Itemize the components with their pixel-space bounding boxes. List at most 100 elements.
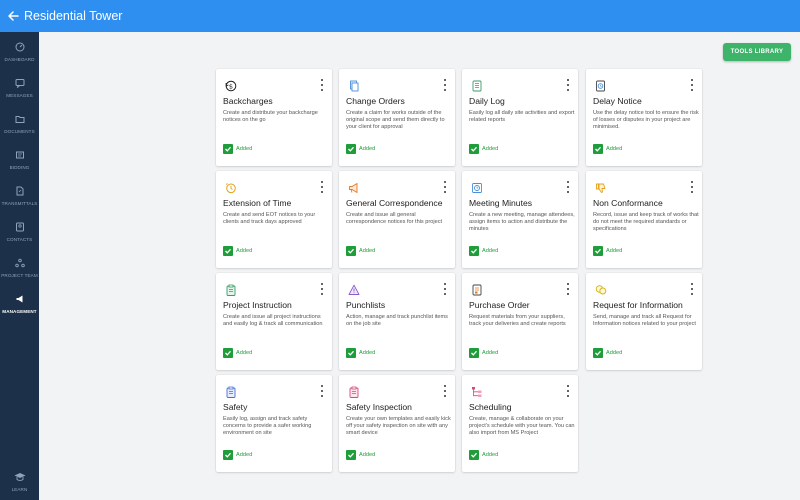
- card-menu-button[interactable]: [689, 78, 695, 92]
- sidebar-item-management[interactable]: Management: [0, 289, 39, 325]
- meeting-clock-icon: [471, 181, 483, 193]
- graduation-cap-icon: [14, 471, 26, 483]
- tool-card-project-instruction[interactable]: Project Instruction Create and issue all…: [216, 273, 332, 370]
- card-menu-button[interactable]: [319, 78, 325, 92]
- check-icon: [469, 246, 479, 256]
- money-back-icon: $: [225, 79, 237, 92]
- card-description: Create your own templates and easily kic…: [346, 416, 451, 436]
- chat-bubbles-icon: [595, 283, 607, 295]
- tool-card-non-conformance[interactable]: Non Conformance Record, issue and keep t…: [586, 171, 702, 268]
- card-description: Record, issue and keep track of works th…: [593, 212, 699, 232]
- card-description: Create and issue all general corresponde…: [346, 212, 443, 225]
- card-menu-button[interactable]: [565, 384, 571, 398]
- added-label: Added: [359, 350, 376, 356]
- added-status: Added: [223, 144, 252, 154]
- added-status: Added: [469, 450, 498, 460]
- tool-card-delay-notice[interactable]: Delay Notice Use the delay notice tool t…: [586, 69, 702, 166]
- added-status: Added: [593, 348, 622, 358]
- added-label: Added: [482, 350, 499, 356]
- card-title: Safety Inspection: [346, 402, 412, 412]
- sidebar-item-label: Dashboard: [4, 57, 35, 62]
- log-sheet-icon: [471, 79, 483, 92]
- card-menu-button[interactable]: [319, 384, 325, 398]
- safety-clipboard-icon: [225, 385, 237, 398]
- app-header: Residential Tower: [0, 0, 800, 32]
- team-icon: [14, 257, 26, 269]
- card-menu-button[interactable]: [689, 282, 695, 296]
- sidebar-item-messages[interactable]: Messages: [0, 73, 39, 109]
- tool-card-purchase-order[interactable]: Purchase Order Request materials from yo…: [462, 273, 578, 370]
- check-icon: [346, 450, 356, 460]
- card-menu-button[interactable]: [442, 384, 448, 398]
- sidebar-item-documents[interactable]: Documents: [0, 109, 39, 145]
- tool-card-safety[interactable]: Safety Easily log, assign and track safe…: [216, 375, 332, 472]
- check-icon: [346, 246, 356, 256]
- tool-card-request-for-information[interactable]: Request for Information Send, manage and…: [586, 273, 702, 370]
- added-label: Added: [482, 452, 499, 458]
- tool-card-meeting-minutes[interactable]: Meeting Minutes Create a new meeting, ma…: [462, 171, 578, 268]
- card-menu-button[interactable]: [442, 180, 448, 194]
- added-label: Added: [236, 452, 253, 458]
- card-description: Create and send EOT notices to your clie…: [223, 212, 316, 225]
- tool-card-safety-inspection[interactable]: Safety Inspection Create your own templa…: [339, 375, 455, 472]
- card-menu-button[interactable]: [565, 180, 571, 194]
- card-description: Use the delay notice tool to ensure the …: [593, 110, 699, 130]
- added-status: Added: [346, 144, 375, 154]
- card-description: Request materials from your suppliers, t…: [469, 314, 566, 327]
- tool-card-backcharges[interactable]: $ Backcharges Create and distribute your…: [216, 69, 332, 166]
- added-status: Added: [346, 246, 375, 256]
- added-status: Added: [346, 450, 375, 460]
- back-arrow-icon[interactable]: [4, 7, 22, 25]
- card-description: Action, manage and track punchlist items…: [346, 314, 448, 327]
- clipboard-icon: [225, 283, 237, 296]
- card-description: Create and distribute your backcharge no…: [223, 110, 318, 123]
- tools-library-button[interactable]: TOOLS LIBRARY: [723, 43, 791, 61]
- message-icon: [14, 77, 26, 89]
- card-title: Scheduling: [469, 402, 512, 412]
- added-label: Added: [359, 248, 376, 254]
- tool-card-punchlists[interactable]: Punchlists Action, manage and track punc…: [339, 273, 455, 370]
- added-status: Added: [469, 246, 498, 256]
- sidebar-item-transmittals[interactable]: Transmittals: [0, 181, 39, 217]
- card-menu-button[interactable]: [442, 282, 448, 296]
- card-menu-button[interactable]: [565, 78, 571, 92]
- card-description: Send, manage and track all Request for I…: [593, 314, 696, 327]
- card-title: Purchase Order: [469, 300, 530, 310]
- contacts-icon: [14, 221, 26, 233]
- tool-card-scheduling[interactable]: Scheduling Create, manage & collaborate …: [462, 375, 578, 472]
- card-title: Project Instruction: [223, 300, 292, 310]
- sidebar-item-bidding[interactable]: Bidding: [0, 145, 39, 181]
- card-title: Extension of Time: [223, 198, 292, 208]
- card-title: Meeting Minutes: [469, 198, 533, 208]
- tool-card-extension-of-time[interactable]: Extension of Time Create and send EOT no…: [216, 171, 332, 268]
- sidebar-item-label: Learn: [11, 487, 28, 492]
- tool-card-daily-log[interactable]: Daily Log Easily log all daily site acti…: [462, 69, 578, 166]
- added-label: Added: [236, 350, 253, 356]
- sidebar-item-project-team[interactable]: Project Team: [0, 253, 39, 289]
- sidebar-item-label: Management: [2, 309, 37, 314]
- tool-card-change-orders[interactable]: Change Orders Create a claim for works o…: [339, 69, 455, 166]
- added-label: Added: [482, 248, 499, 254]
- card-menu-button[interactable]: [319, 180, 325, 194]
- sidebar-item-contacts[interactable]: Contacts: [0, 217, 39, 253]
- megaphone-icon: [348, 181, 360, 194]
- added-label: Added: [606, 350, 623, 356]
- card-menu-button[interactable]: [442, 78, 448, 92]
- check-icon: [223, 450, 233, 460]
- svg-text:$: $: [229, 83, 233, 91]
- added-label: Added: [606, 146, 623, 152]
- tool-card-general-correspondence[interactable]: General Correspondence Create and issue …: [339, 171, 455, 268]
- card-title: Daily Log: [469, 96, 505, 106]
- document-copy-icon: [348, 79, 360, 92]
- purchase-document-icon: [471, 283, 483, 296]
- card-menu-button[interactable]: [319, 282, 325, 296]
- card-menu-button[interactable]: [689, 180, 695, 194]
- clock-arrow-icon: [225, 181, 237, 194]
- card-menu-button[interactable]: [565, 282, 571, 296]
- sidebar-item-learn[interactable]: Learn: [0, 467, 39, 500]
- card-description: Easily log, assign and track safety conc…: [223, 416, 312, 436]
- sidebar-item-dashboard[interactable]: Dashboard: [0, 37, 39, 73]
- added-label: Added: [359, 452, 376, 458]
- check-icon: [469, 348, 479, 358]
- sidebar-item-label: Documents: [4, 129, 35, 134]
